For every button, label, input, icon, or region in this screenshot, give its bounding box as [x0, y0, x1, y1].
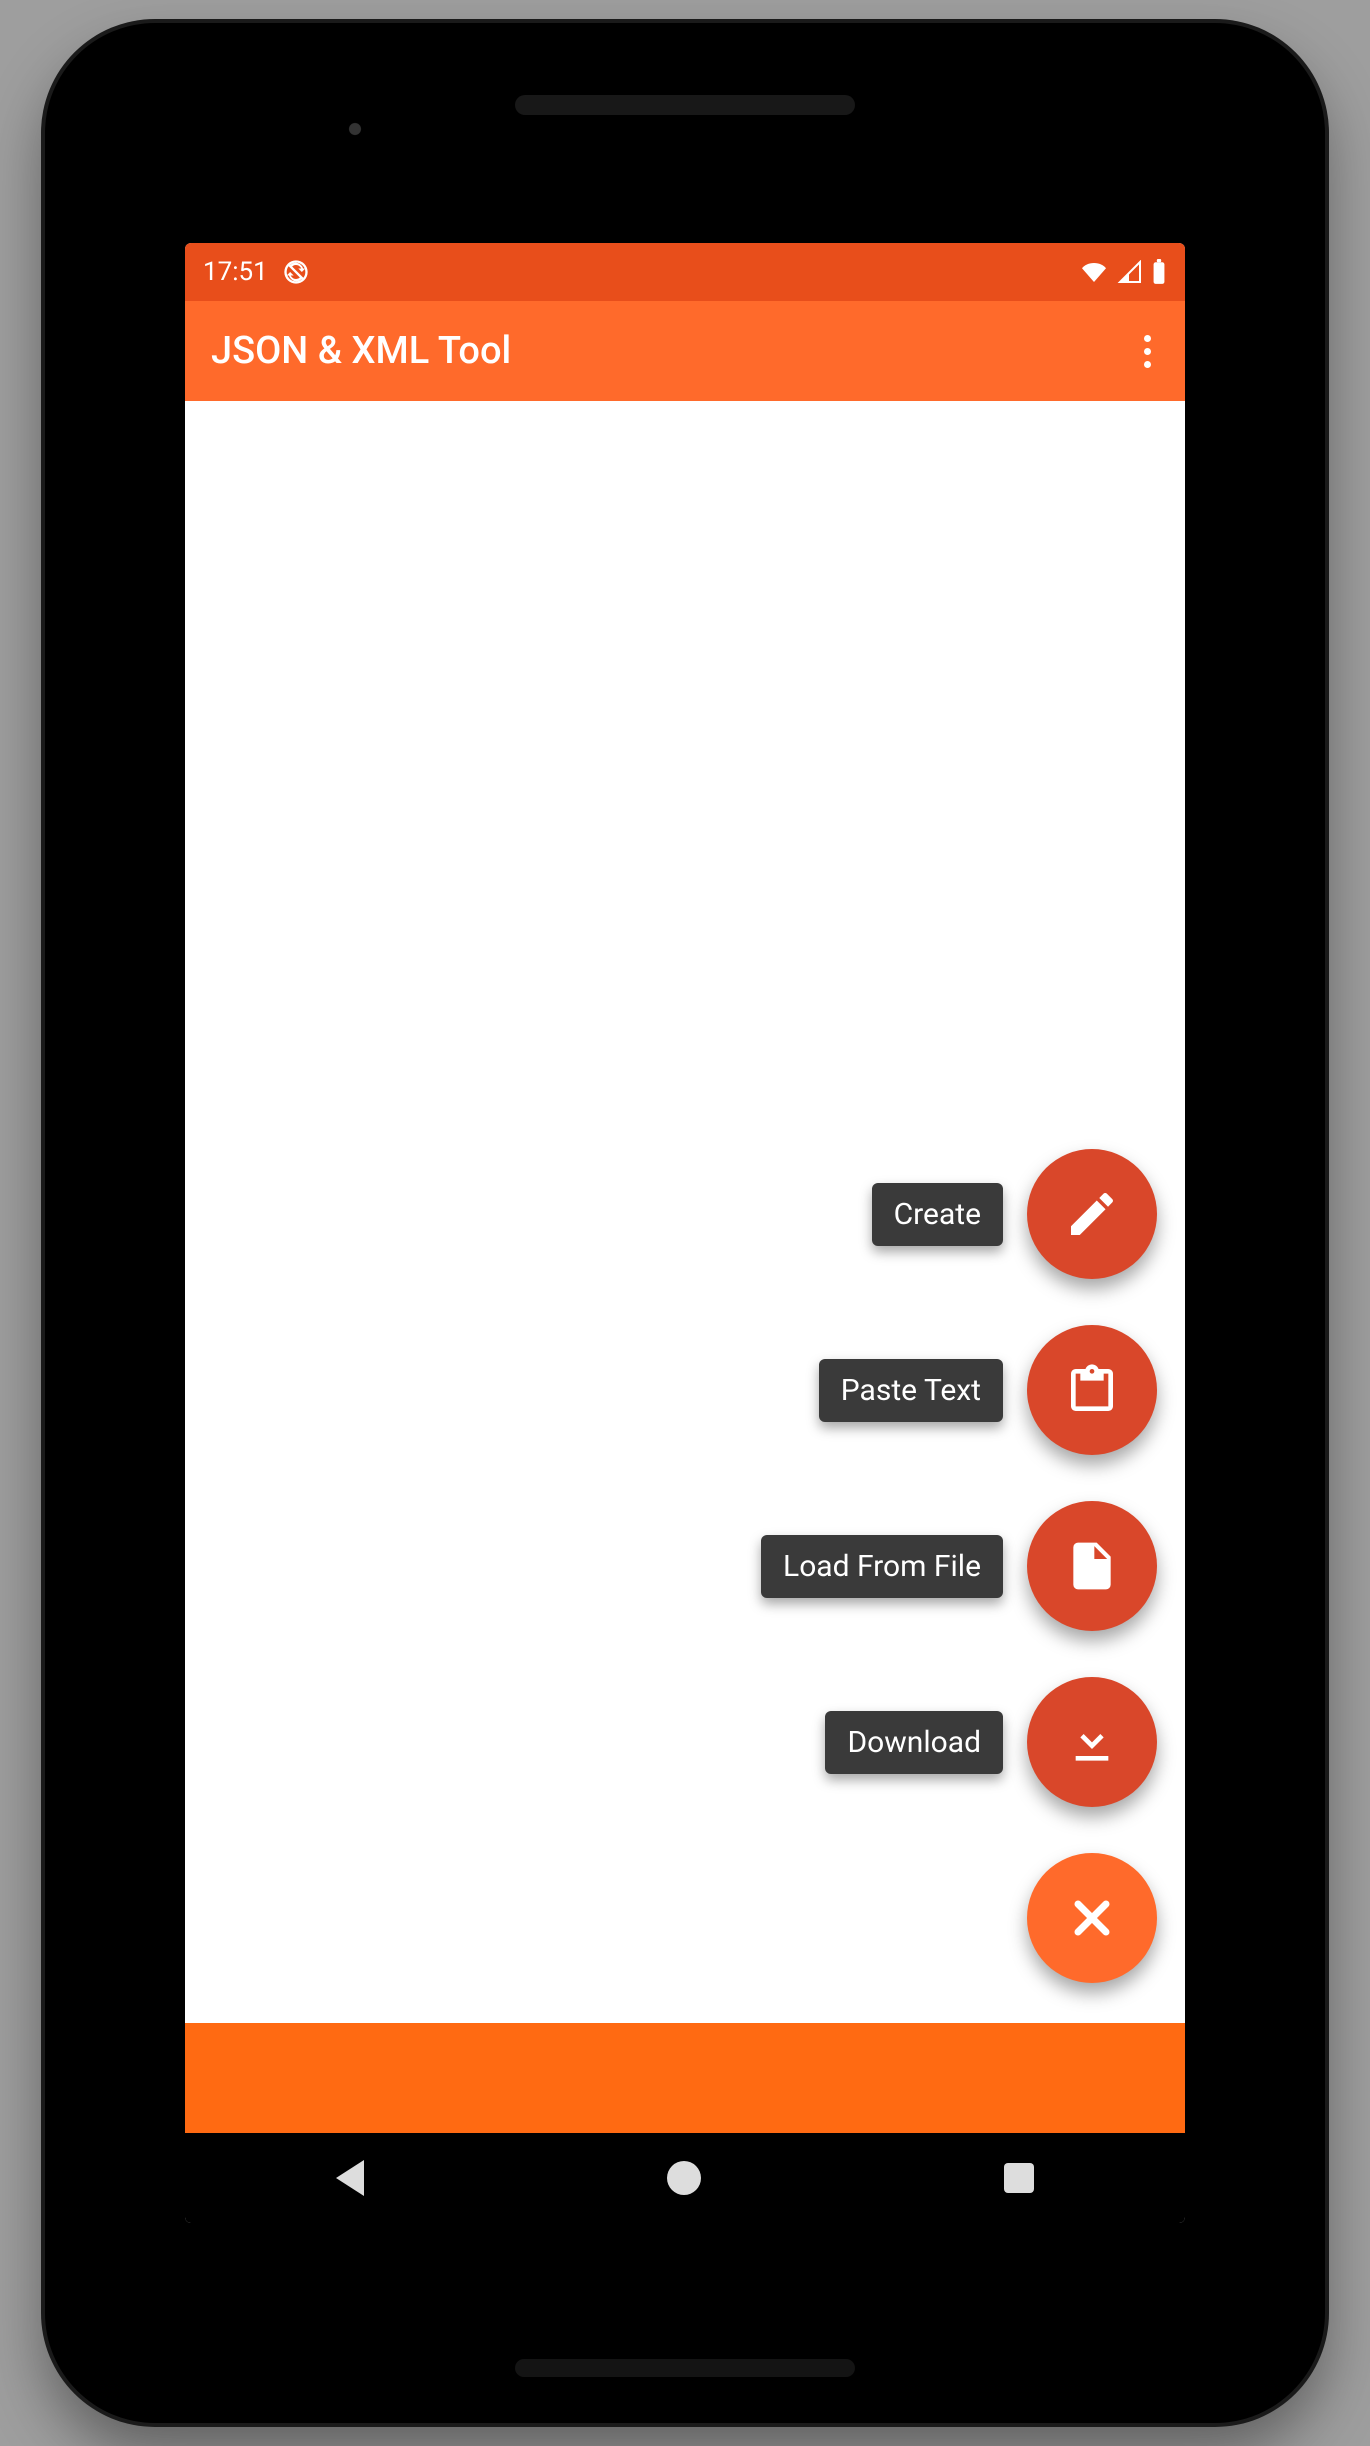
create-fab[interactable]: [1027, 1149, 1157, 1279]
fab-item-paste[interactable]: Paste Text: [819, 1325, 1157, 1455]
download-icon: [1064, 1714, 1120, 1770]
close-icon: [1064, 1890, 1120, 1946]
nav-back-button[interactable]: [336, 2160, 364, 2196]
android-nav-bar: [185, 2133, 1185, 2223]
fab-label-download: Download: [825, 1711, 1003, 1774]
wifi-icon: [1079, 260, 1109, 284]
cell-signal-icon: [1117, 260, 1143, 284]
nav-recent-button[interactable]: [1004, 2163, 1034, 2193]
pencil-icon: [1064, 1186, 1120, 1242]
app-bar: JSON & XML Tool: [185, 301, 1185, 401]
overflow-menu-button[interactable]: [1136, 335, 1159, 368]
status-bar: 17:51: [185, 243, 1185, 301]
paste-fab[interactable]: [1027, 1325, 1157, 1455]
fab-label-load: Load From File: [761, 1535, 1003, 1598]
bottom-bar: [185, 2023, 1185, 2133]
nav-home-button[interactable]: [667, 2161, 701, 2195]
file-icon: [1064, 1538, 1120, 1594]
app-title: JSON & XML Tool: [211, 329, 511, 373]
main-content: Create Paste Text Load From File: [185, 401, 1185, 2023]
download-fab[interactable]: [1027, 1677, 1157, 1807]
fab-item-load[interactable]: Load From File: [761, 1501, 1157, 1631]
fab-item-create[interactable]: Create: [872, 1149, 1157, 1279]
fab-label-paste: Paste Text: [819, 1359, 1003, 1422]
phone-frame: 17:51 JSON & XML Tool: [45, 23, 1325, 2423]
close-fab[interactable]: [1027, 1853, 1157, 1983]
front-camera: [345, 119, 365, 139]
screen: 17:51 JSON & XML Tool: [185, 243, 1185, 2223]
sync-off-icon: [282, 258, 310, 286]
load-file-fab[interactable]: [1027, 1501, 1157, 1631]
clipboard-icon: [1064, 1362, 1120, 1418]
fab-menu: Create Paste Text Load From File: [761, 1149, 1157, 1983]
battery-icon: [1151, 259, 1167, 285]
fab-item-close[interactable]: [1027, 1853, 1157, 1983]
status-time: 17:51: [203, 257, 268, 287]
fab-label-create: Create: [872, 1183, 1003, 1246]
fab-item-download[interactable]: Download: [825, 1677, 1157, 1807]
bottom-speaker: [515, 2359, 855, 2377]
